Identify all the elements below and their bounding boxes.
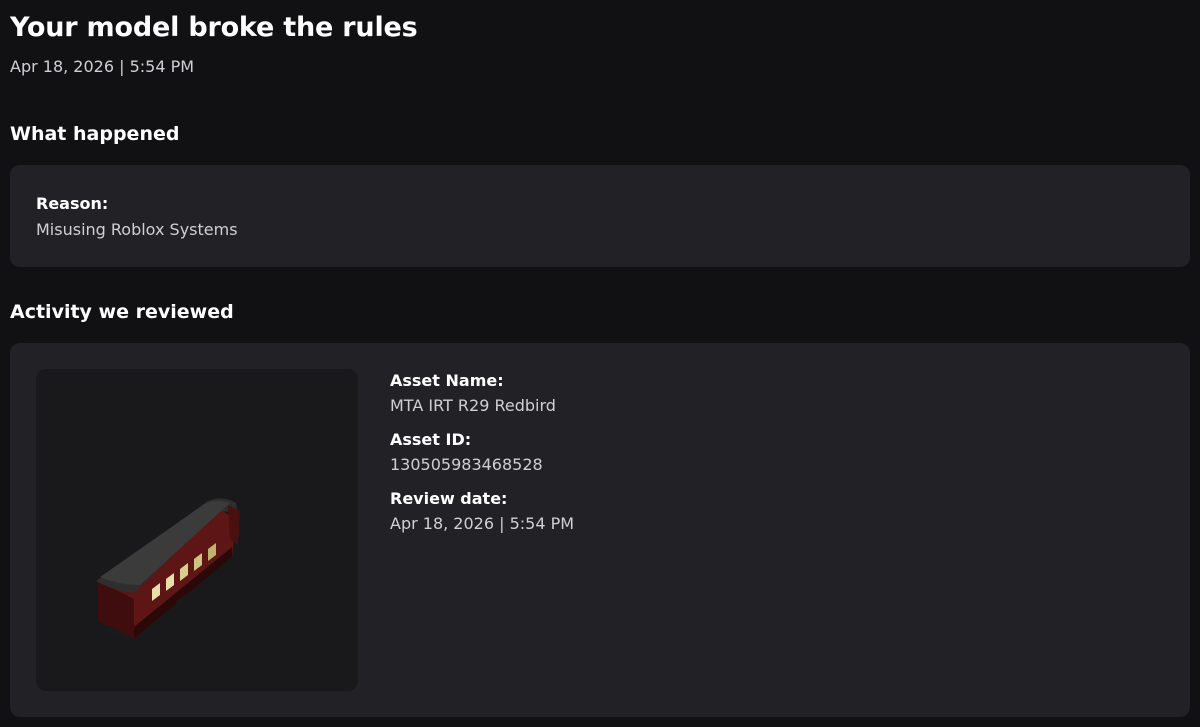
reason-label: Reason:: [36, 194, 109, 213]
activity-card: Asset Name: MTA IRT R29 Redbird Asset ID…: [10, 343, 1190, 717]
asset-name-value: MTA IRT R29 Redbird: [390, 396, 556, 415]
notice-timestamp: Apr 18, 2026 | 5:54 PM: [10, 57, 195, 76]
moderation-notice-page: Your model broke the rules Apr 18, 2026 …: [0, 0, 1200, 727]
asset-id-label: Asset ID:: [390, 430, 472, 449]
asset-id-field: Asset ID: 130505983468528: [390, 430, 574, 475]
reason-card: Reason: Misusing Roblox Systems: [10, 165, 1190, 267]
page-title: Your model broke the rules: [10, 12, 418, 43]
asset-id-value: 130505983468528: [390, 455, 543, 474]
review-date-field: Review date: Apr 18, 2026 | 5:54 PM: [390, 489, 574, 534]
reason-value: Misusing Roblox Systems: [36, 220, 238, 239]
review-date-value: Apr 18, 2026 | 5:54 PM: [390, 514, 575, 533]
train-car-model-icon: [96, 498, 240, 643]
what-happened-heading: What happened: [10, 123, 180, 145]
reason-block: Reason: Misusing Roblox Systems: [36, 194, 238, 240]
asset-name-field: Asset Name: MTA IRT R29 Redbird: [390, 371, 574, 416]
review-date-label: Review date:: [390, 489, 508, 508]
activity-heading: Activity we reviewed: [10, 301, 234, 323]
asset-thumbnail: [36, 369, 358, 691]
asset-name-label: Asset Name:: [390, 371, 504, 390]
asset-details: Asset Name: MTA IRT R29 Redbird Asset ID…: [390, 371, 574, 548]
